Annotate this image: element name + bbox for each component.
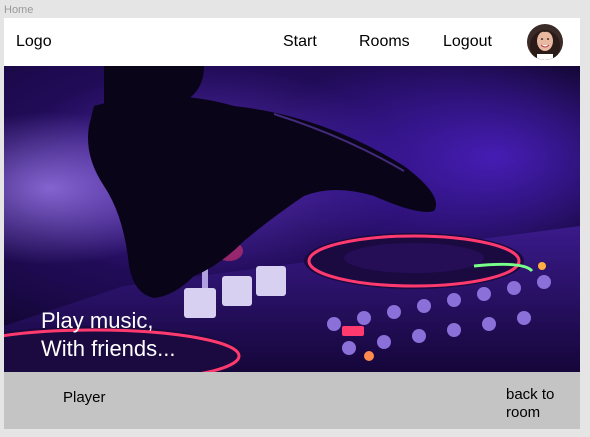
nav-rooms-link[interactable]: Rooms: [359, 33, 410, 51]
hero-banner: Play music, With friends...: [4, 66, 580, 372]
logo[interactable]: Logo: [16, 33, 52, 51]
frame-label: Home: [4, 4, 34, 16]
hero-headline-line2: With friends...: [41, 336, 176, 361]
player-label: Player: [63, 389, 106, 406]
nav-logout-link[interactable]: Logout: [443, 33, 492, 51]
user-avatar[interactable]: [527, 24, 563, 60]
top-navbar: Logo Start Rooms Logout: [4, 18, 580, 66]
back-to-room-button[interactable]: back to room: [506, 386, 576, 422]
hero-headline-line1: Play music,: [41, 308, 154, 333]
nav-start-link[interactable]: Start: [283, 33, 317, 51]
player-bar: Player back to room: [4, 372, 580, 429]
app-frame: Logo Start Rooms Logout Play music, With…: [4, 18, 580, 429]
avatar-photo: [527, 24, 563, 60]
hero-headline: Play music, With friends...: [41, 307, 175, 363]
